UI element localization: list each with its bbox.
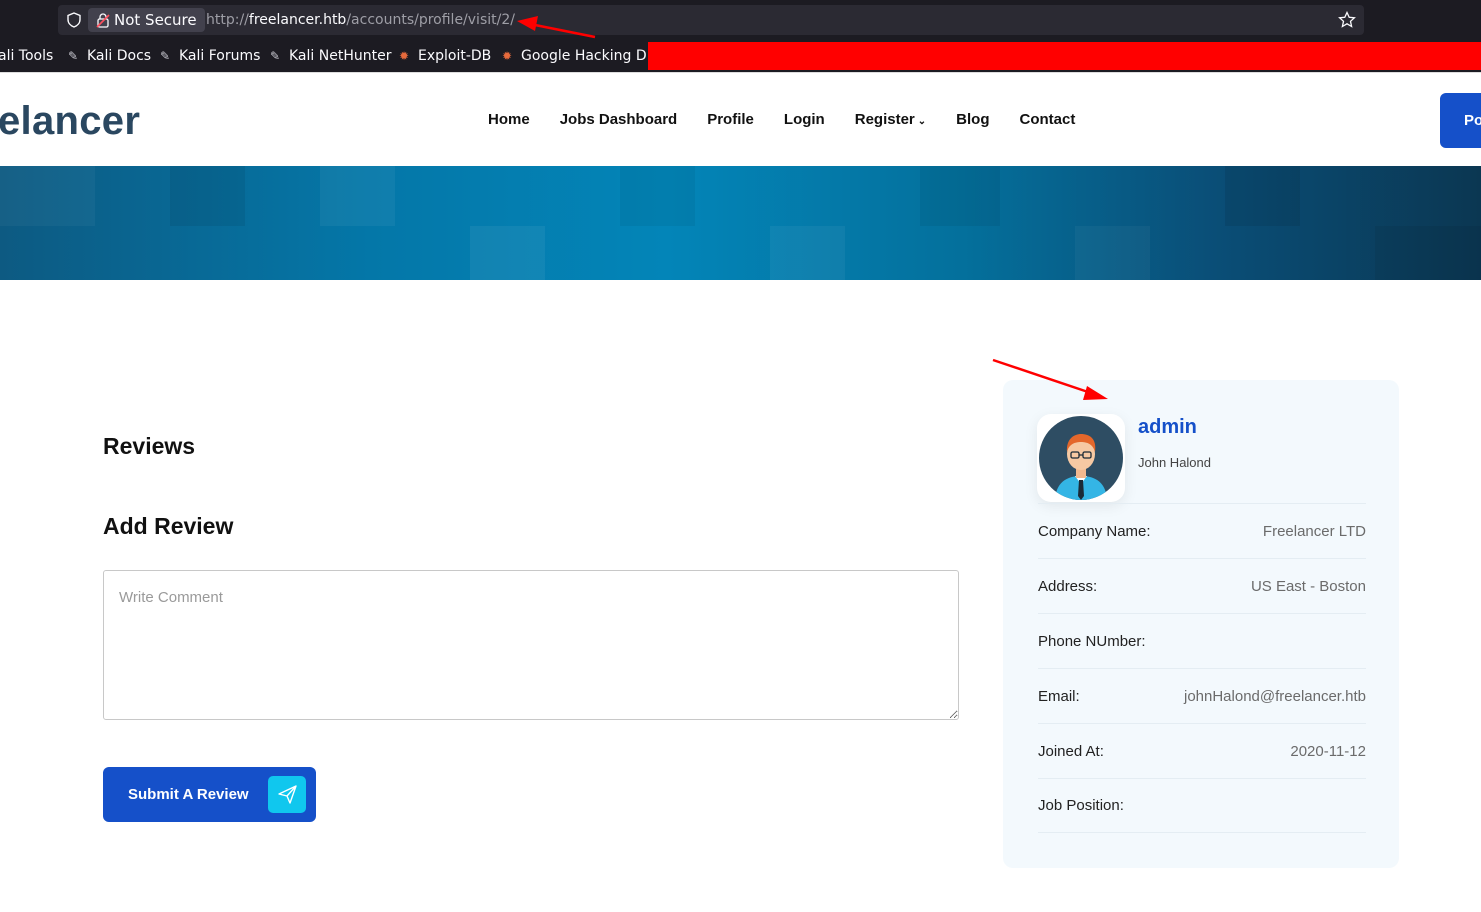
insecure-lock-icon (96, 13, 110, 28)
detail-row-address: Address: US East - Boston (1038, 558, 1366, 613)
profile-card: admin John Halond Company Name: Freelance… (1003, 380, 1399, 868)
bookmark-kali-docs[interactable]: ✎ Kali Docs (68, 45, 151, 67)
bookmark-label: Kali NetHunter (289, 48, 392, 64)
detail-label: Company Name: (1038, 522, 1151, 540)
kali-dragon-icon: ✎ (270, 49, 281, 63)
nav-profile[interactable]: Profile (707, 111, 754, 128)
detail-value: 2020-11-12 (1290, 742, 1366, 760)
profile-details: Company Name: Freelancer LTD Address: US E… (1038, 503, 1366, 833)
submit-review-label: Submit A Review (128, 786, 249, 803)
nav-blog[interactable]: Blog (956, 111, 989, 128)
browser-chrome: Not Secure http://freelancer.htb/account… (0, 0, 1481, 72)
reviews-heading: Reviews (103, 433, 196, 459)
detail-label: Phone NUmber: (1038, 632, 1146, 650)
nav-register[interactable]: Register ⌄ (855, 111, 926, 128)
not-secure-badge[interactable]: Not Secure (88, 8, 205, 32)
bookmark-kali-tools[interactable]: ali Tools (0, 45, 53, 67)
detail-label: Email: (1038, 687, 1080, 705)
comment-textarea[interactable] (103, 570, 959, 720)
redaction-bar (648, 42, 1481, 70)
bookmark-label: Kali Docs (87, 48, 152, 64)
detail-value: US East - Boston (1250, 577, 1366, 595)
url-host: freelancer.htb (248, 12, 347, 28)
nav-jobs-dashboard[interactable]: Jobs Dashboard (560, 111, 678, 128)
exploit-db-icon: ✹ (399, 49, 410, 63)
profile-username: admin (1138, 416, 1197, 438)
nav-login[interactable]: Login (784, 111, 825, 128)
bookmark-kali-forums[interactable]: ✎ Kali Forums (160, 45, 260, 67)
add-review-heading: Add Review (103, 513, 234, 539)
send-icon (268, 776, 306, 813)
bookmark-google-hacking-db[interactable]: ✹ Google Hacking DB (502, 45, 656, 67)
url-text[interactable]: http://freelancer.htb/accounts/profile/v… (206, 8, 515, 32)
nav-home[interactable]: Home (488, 111, 530, 128)
url-scheme: http:// (206, 12, 249, 28)
detail-label: Joined At: (1038, 742, 1104, 760)
bookmark-label: Exploit-DB (418, 48, 492, 64)
nav-register-label: Register (854, 111, 915, 128)
detail-row-job-position: Job Position: (1038, 778, 1366, 833)
bookmark-exploit-db[interactable]: ✹ Exploit-DB (399, 45, 491, 67)
detail-value: Freelancer LTD (1262, 522, 1366, 540)
submit-review-button[interactable]: Submit A Review (103, 767, 316, 822)
exploit-db-icon: ✹ (502, 49, 513, 63)
post-job-button[interactable]: Po (1440, 93, 1481, 148)
chevron-down-icon: ⌄ (917, 116, 927, 127)
not-secure-label: Not Secure (114, 11, 197, 29)
detail-row-joined: Joined At: 2020-11-12 (1038, 723, 1366, 778)
page-banner (0, 166, 1481, 280)
site-logo[interactable]: elancer (0, 99, 140, 144)
kali-dragon-icon: ✎ (160, 49, 171, 63)
url-path: /accounts/profile/visit/2/ (346, 12, 515, 28)
bookmark-star-icon[interactable] (1338, 11, 1356, 29)
bookmark-kali-nethunter[interactable]: ✎ Kali NetHunter (270, 45, 391, 67)
main-nav: Home Jobs Dashboard Profile Login Regist… (488, 111, 1075, 128)
address-bar[interactable]: Not Secure http://freelancer.htb/account… (58, 5, 1364, 35)
shield-icon[interactable] (66, 12, 82, 28)
kali-dragon-icon: ✎ (68, 49, 79, 63)
detail-label: Address: (1038, 577, 1098, 595)
site-header: elancer Home Jobs Dashboard Profile Logi… (0, 72, 1481, 166)
bookmark-label: Google Hacking DB (521, 48, 657, 64)
nav-contact[interactable]: Contact (1019, 111, 1075, 128)
detail-row-phone: Phone NUmber: (1038, 613, 1366, 668)
user-avatar-icon (1039, 416, 1123, 500)
avatar (1037, 414, 1125, 502)
bookmark-label: ali Tools (0, 48, 54, 64)
detail-label: Job Position: (1038, 797, 1124, 814)
bookmark-label: Kali Forums (179, 48, 261, 64)
profile-full-name: John Halond (1138, 455, 1211, 470)
detail-row-email: Email: johnHalond@freelancer.htb (1038, 668, 1366, 723)
detail-row-company: Company Name: Freelancer LTD (1038, 503, 1366, 558)
detail-value: johnHalond@freelancer.htb (1183, 687, 1366, 705)
